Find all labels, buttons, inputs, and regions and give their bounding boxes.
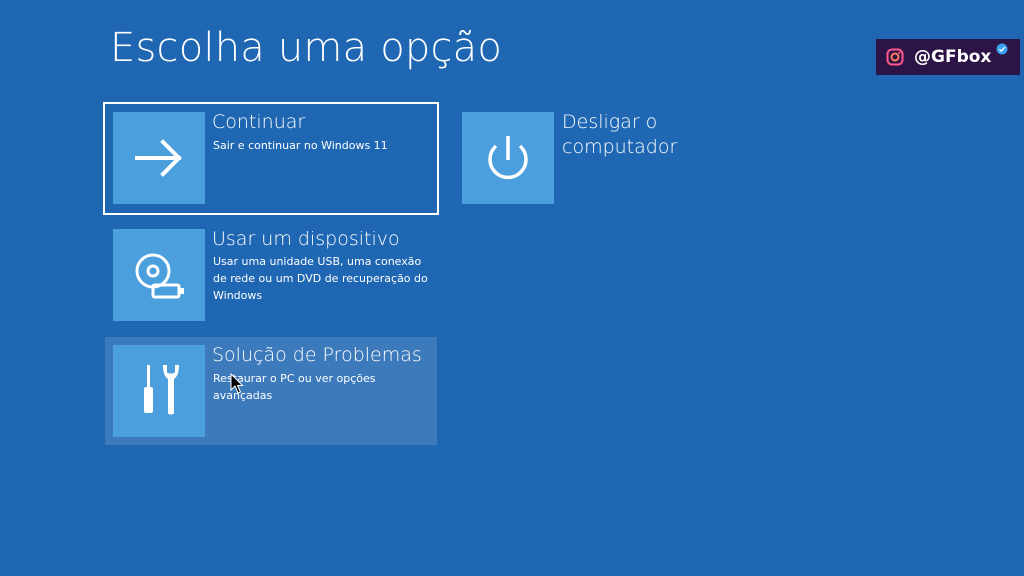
mouse-cursor-icon bbox=[230, 373, 244, 394]
disc-usb-icon bbox=[135, 253, 184, 299]
troubleshoot-description: Restaurar o PC ou ver opções avançadas bbox=[213, 372, 376, 402]
troubleshoot-tile[interactable] bbox=[113, 345, 205, 437]
shutdown-option[interactable]: Desligar o computador bbox=[460, 110, 720, 206]
use-device-tile[interactable] bbox=[113, 229, 205, 321]
page-title: Escolha uma opção bbox=[110, 25, 503, 71]
watermark-handle: @GFbox bbox=[914, 47, 992, 67]
continue-title: Continuar bbox=[212, 111, 306, 133]
use-device-title: Usar um dispositivo bbox=[212, 228, 400, 250]
power-icon bbox=[488, 136, 528, 180]
instagram-icon bbox=[886, 48, 904, 66]
tools-icon bbox=[144, 365, 179, 415]
troubleshoot-title: Solução de Problemas bbox=[212, 344, 422, 366]
use-device-description: Usar uma unidade USB, uma conexão de red… bbox=[213, 255, 428, 302]
verified-badge-icon bbox=[996, 43, 1008, 55]
shutdown-tile[interactable] bbox=[462, 112, 554, 204]
arrow-right-icon bbox=[135, 139, 182, 177]
shutdown-title: Desligar o computador bbox=[562, 111, 678, 158]
continue-description: Sair e continuar no Windows 11 bbox=[213, 139, 388, 152]
watermark-badge: @GFbox bbox=[876, 39, 1020, 75]
continue-tile[interactable] bbox=[113, 112, 205, 204]
